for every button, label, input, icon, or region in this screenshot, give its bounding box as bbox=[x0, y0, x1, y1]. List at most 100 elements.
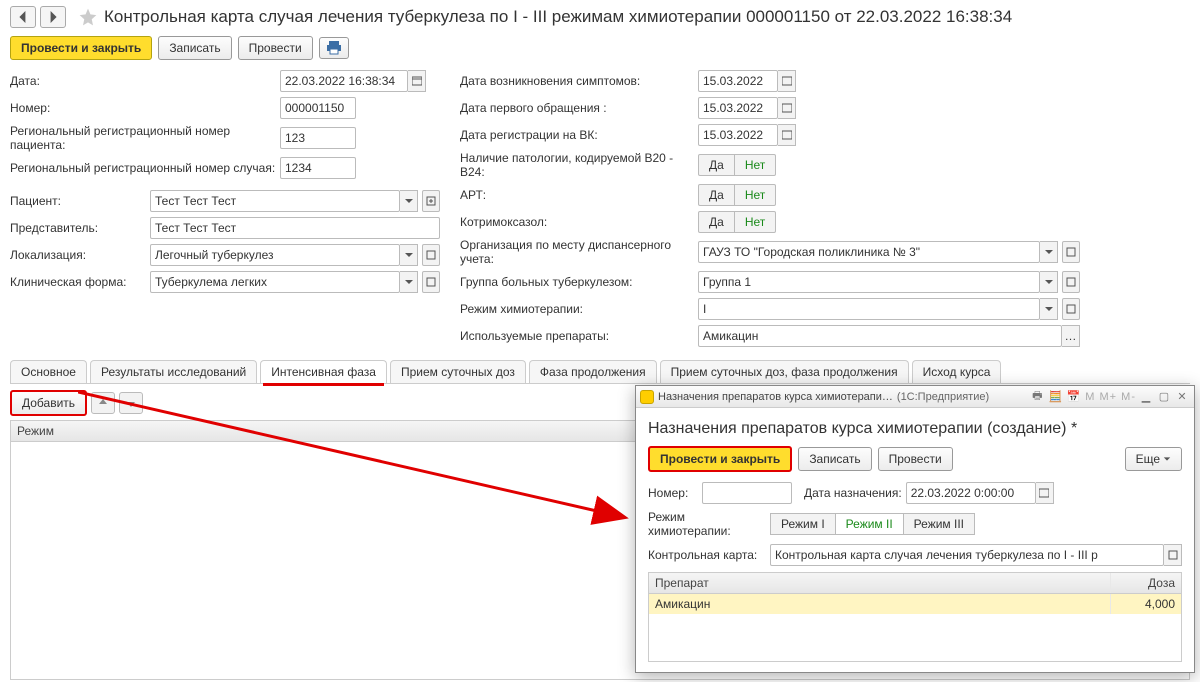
group-input[interactable]: Группа 1 bbox=[698, 271, 1040, 293]
modal-date-label: Дата назначения: bbox=[804, 486, 902, 500]
print-icon[interactable]: 🖶 bbox=[1029, 389, 1045, 405]
regime-1-button[interactable]: Режим I bbox=[770, 513, 836, 535]
add-button[interactable]: Добавить bbox=[10, 390, 87, 416]
calendar-icon[interactable] bbox=[778, 70, 796, 92]
modal-number-label: Номер: bbox=[648, 486, 702, 500]
calendar-icon[interactable]: 📅 bbox=[1065, 389, 1081, 405]
no-button[interactable]: Нет bbox=[735, 154, 776, 176]
open-icon[interactable] bbox=[1062, 241, 1080, 263]
prescription-modal: Назначения препаратов курса химиотерапи…… bbox=[635, 385, 1195, 673]
patient-input[interactable]: Тест Тест Тест bbox=[150, 190, 400, 212]
regime-3-button[interactable]: Режим III bbox=[904, 513, 975, 535]
open-icon[interactable] bbox=[1062, 271, 1080, 293]
save-button[interactable]: Записать bbox=[158, 36, 231, 60]
clinical-form-input[interactable]: Туберкулема легких bbox=[150, 271, 400, 293]
favorite-star-icon[interactable] bbox=[78, 7, 98, 27]
ellipsis-icon[interactable]: … bbox=[1062, 325, 1080, 347]
tab-daily-doses[interactable]: Прием суточных доз bbox=[390, 360, 526, 383]
modal-more-button[interactable]: Еще bbox=[1125, 447, 1182, 471]
tabs: Основное Результаты исследований Интенси… bbox=[10, 360, 1190, 384]
close-icon[interactable]: ✕ bbox=[1174, 389, 1190, 405]
modal-regime-label: Режим химиотерапии: bbox=[648, 510, 770, 538]
open-icon[interactable] bbox=[422, 190, 440, 212]
modal-number-input[interactable] bbox=[702, 482, 792, 504]
nav-back-button[interactable] bbox=[10, 6, 36, 28]
move-down-button[interactable] bbox=[119, 392, 143, 414]
calc-icon[interactable]: 🧮 bbox=[1047, 389, 1063, 405]
nav-forward-button[interactable] bbox=[40, 6, 66, 28]
modal-card-label: Контрольная карта: bbox=[648, 548, 770, 562]
modal-drugs-grid[interactable]: Препарат Доза Амикацин 4,000 bbox=[648, 572, 1182, 662]
calendar-icon[interactable] bbox=[778, 124, 796, 146]
regnum-case-input[interactable]: 1234 bbox=[280, 157, 356, 179]
calendar-icon[interactable] bbox=[778, 97, 796, 119]
modal-title: Назначения препаратов курса химиотерапи… bbox=[658, 391, 893, 403]
tab-daily-doses-continuation[interactable]: Прием суточных доз, фаза продолжения bbox=[660, 360, 909, 383]
open-icon[interactable] bbox=[1062, 298, 1080, 320]
pathology-label: Наличие патологии, кодируемой B20 - B24: bbox=[460, 151, 698, 179]
no-button[interactable]: Нет bbox=[735, 184, 776, 206]
minimize-icon[interactable]: ▁ bbox=[1138, 389, 1154, 405]
art-label: АРТ: bbox=[460, 188, 698, 202]
app-logo-icon bbox=[640, 390, 654, 404]
modal-post-button[interactable]: Провести bbox=[878, 447, 953, 471]
regime-segment[interactable]: Режим I Режим II Режим III bbox=[770, 513, 975, 535]
modal-card-input[interactable]: Контрольная карта случая лечения туберку… bbox=[770, 544, 1164, 566]
pathology-toggle[interactable]: ДаНет bbox=[698, 154, 776, 176]
chevron-down-icon[interactable] bbox=[400, 190, 418, 212]
vk-date-label: Дата регистрации на ВК: bbox=[460, 128, 698, 142]
col-dose: Доза bbox=[1111, 573, 1181, 593]
chevron-down-icon[interactable] bbox=[1040, 241, 1058, 263]
representative-input[interactable]: Тест Тест Тест bbox=[150, 217, 440, 239]
tab-outcome[interactable]: Исход курса bbox=[912, 360, 1002, 383]
vk-date-input[interactable]: 15.03.2022 bbox=[698, 124, 778, 146]
tab-continuation-phase[interactable]: Фаза продолжения bbox=[529, 360, 657, 383]
tab-intensive-phase[interactable]: Интенсивная фаза bbox=[260, 360, 387, 383]
modal-heading: Назначения препаратов курса химиотерапии… bbox=[648, 420, 1182, 438]
modal-post-close-button[interactable]: Провести и закрыть bbox=[648, 446, 792, 472]
open-icon[interactable] bbox=[422, 271, 440, 293]
modal-app-name: (1С:Предприятие) bbox=[897, 391, 1027, 403]
chevron-down-icon[interactable] bbox=[400, 271, 418, 293]
chevron-down-icon[interactable] bbox=[400, 244, 418, 266]
modal-save-button[interactable]: Записать bbox=[798, 447, 871, 471]
calendar-icon[interactable] bbox=[408, 70, 426, 92]
group-label: Группа больных туберкулезом: bbox=[460, 275, 698, 289]
representative-label: Представитель: bbox=[10, 221, 150, 235]
date-input[interactable]: 22.03.2022 16:38:34 bbox=[280, 70, 408, 92]
tab-results[interactable]: Результаты исследований bbox=[90, 360, 257, 383]
yes-button[interactable]: Да bbox=[698, 154, 735, 176]
symptoms-date-input[interactable]: 15.03.2022 bbox=[698, 70, 778, 92]
regime-input[interactable]: I bbox=[698, 298, 1040, 320]
first-visit-date-label: Дата первого обращения : bbox=[460, 101, 698, 115]
print-button[interactable] bbox=[319, 37, 349, 59]
cotrimoxazole-label: Котримоксазол: bbox=[460, 215, 698, 229]
calendar-icon[interactable] bbox=[1036, 482, 1054, 504]
memo-buttons[interactable]: M M+ M- bbox=[1085, 391, 1136, 403]
art-toggle[interactable]: ДаНет bbox=[698, 184, 776, 206]
cell-dose: 4,000 bbox=[1111, 594, 1181, 614]
post-and-close-button[interactable]: Провести и закрыть bbox=[10, 36, 152, 60]
regime-2-button[interactable]: Режим II bbox=[836, 513, 904, 535]
organization-input[interactable]: ГАУЗ ТО "Городская поликлиника № 3" bbox=[698, 241, 1040, 263]
yes-button[interactable]: Да bbox=[698, 184, 735, 206]
number-input[interactable]: 000001150 bbox=[280, 97, 356, 119]
tab-main[interactable]: Основное bbox=[10, 360, 87, 383]
first-visit-date-input[interactable]: 15.03.2022 bbox=[698, 97, 778, 119]
move-up-button[interactable] bbox=[91, 392, 115, 414]
localization-input[interactable]: Легочный туберкулез bbox=[150, 244, 400, 266]
regnum-patient-input[interactable]: 123 bbox=[280, 127, 356, 149]
no-button[interactable]: Нет bbox=[735, 211, 776, 233]
chevron-down-icon[interactable] bbox=[1040, 271, 1058, 293]
chevron-down-icon[interactable] bbox=[1040, 298, 1058, 320]
drugs-input[interactable]: Амикацин bbox=[698, 325, 1062, 347]
open-icon[interactable] bbox=[422, 244, 440, 266]
cotrimoxazole-toggle[interactable]: ДаНет bbox=[698, 211, 776, 233]
number-label: Номер: bbox=[10, 101, 280, 115]
yes-button[interactable]: Да bbox=[698, 211, 735, 233]
modal-date-input[interactable]: 22.03.2022 0:00:00 bbox=[906, 482, 1036, 504]
table-row[interactable]: Амикацин 4,000 bbox=[649, 594, 1181, 614]
maximize-icon[interactable]: ▢ bbox=[1156, 389, 1172, 405]
post-button[interactable]: Провести bbox=[238, 36, 313, 60]
open-icon[interactable] bbox=[1164, 544, 1182, 566]
